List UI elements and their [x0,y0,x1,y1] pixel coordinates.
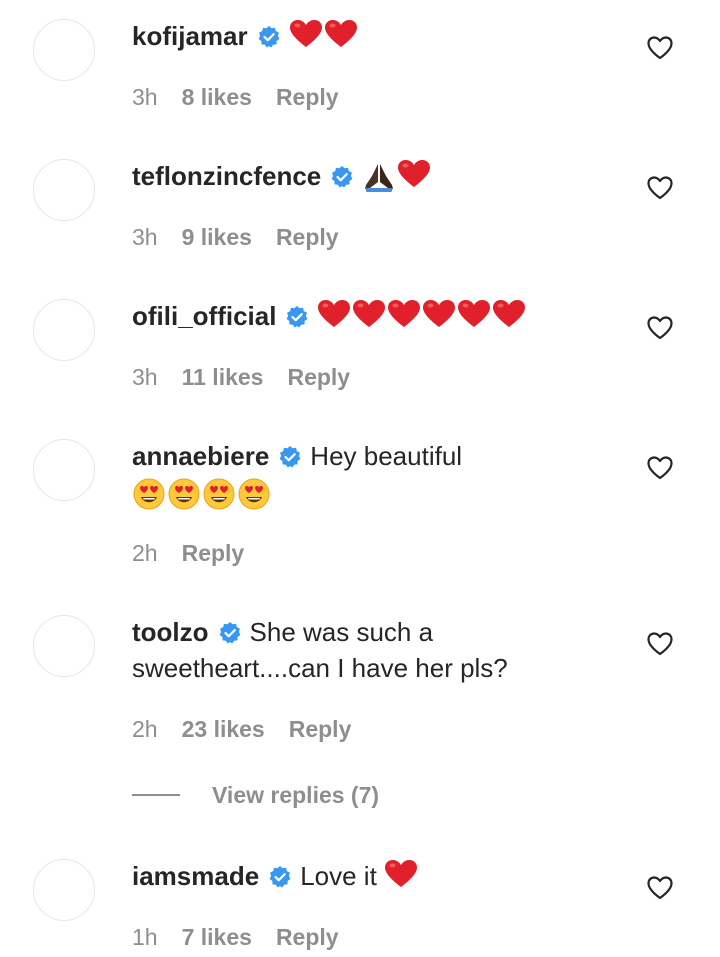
reply-button[interactable]: Reply [276,84,339,111]
red-heart-emoji-icon [352,299,386,329]
red-heart-emoji-icon [289,19,323,49]
heart-outline-icon[interactable] [647,316,673,340]
likes-count[interactable]: 9 likes [182,224,252,251]
red-heart-emoji-icon [422,299,456,329]
heart-eyes-emoji-icon [237,478,271,510]
comment-content: iamsmade Love it [132,858,602,898]
verified-badge-icon [257,25,281,49]
comment-time: 3h [132,84,158,110]
red-heart-emoji-icon [397,159,431,189]
verified-badge-icon [285,305,309,329]
red-heart-emoji-icon [324,19,358,49]
comment-time: 2h [132,540,158,566]
heart-eyes-emoji-icon [132,478,166,510]
verified-badge-icon [218,621,242,645]
heart-eyes-emoji-icon [167,478,201,510]
comment-text: kofijamar [132,18,602,58]
red-heart-emoji-icon [492,299,526,329]
comment-content: ofili_official [132,298,602,338]
comment-time: 3h [132,364,158,390]
verified-badge-icon [330,165,354,189]
comment-content: teflonzincfence [132,158,602,198]
reply-button[interactable]: Reply [287,364,350,391]
comment-item: ofili_official 3h 11 likes Reply [0,280,720,420]
folded-hands-emoji-icon [362,161,396,193]
comment-content: toolzo She was such a sweetheart....can I… [132,614,602,686]
red-heart-emoji-icon [457,299,491,329]
comment-meta: 1h 7 likes Reply [132,924,339,951]
avatar[interactable] [33,615,95,677]
verified-badge-icon [268,865,292,889]
comment-meta: 3h 8 likes Reply [132,84,339,111]
likes-count[interactable]: 8 likes [182,84,252,111]
comment-text: ofili_official [132,298,602,338]
avatar[interactable] [33,299,95,361]
divider-line [132,794,180,796]
emoji-group [362,159,432,198]
likes-count[interactable]: 7 likes [182,924,252,951]
heart-eyes-emoji-icon [202,478,236,510]
avatar[interactable] [33,439,95,501]
comment-content: kofijamar [132,18,602,58]
username[interactable]: teflonzincfence [132,161,321,191]
reply-button[interactable]: Reply [289,716,352,743]
username[interactable]: iamsmade [132,861,259,891]
reply-button[interactable]: Reply [276,224,339,251]
username[interactable]: annaebiere [132,441,269,471]
likes-count[interactable]: 23 likes [182,716,265,743]
comment-item: annaebiere Hey beautiful 2h Reply [0,420,720,596]
avatar[interactable] [33,859,95,921]
username[interactable]: kofijamar [132,21,248,51]
comment-meta: 3h 9 likes Reply [132,224,339,251]
view-replies-label[interactable]: View replies (7) [212,782,379,808]
comment-body: Hey beautiful [310,441,463,471]
emoji-group [317,299,527,338]
heart-outline-icon[interactable] [647,876,673,900]
comment-meta: 2h Reply [132,540,244,567]
comment-time: 1h [132,924,158,950]
comment-body: Love it [300,861,377,891]
emoji-group [132,478,272,514]
reply-button[interactable]: Reply [276,924,339,951]
comment-text: annaebiere Hey beautiful [132,438,602,514]
reply-button[interactable]: Reply [182,540,245,567]
verified-badge-icon [278,445,302,469]
comment-text: teflonzincfence [132,158,602,198]
likes-count[interactable]: 11 likes [182,364,264,391]
comment-meta: 2h 23 likes Reply [132,716,351,743]
username[interactable]: ofili_official [132,301,276,331]
comment-item: teflonzincfence 3h 9 likes Reply [0,140,720,280]
red-heart-emoji-icon [384,859,418,889]
comment-item: iamsmade Love it 1h 7 likes Reply [0,840,720,957]
comment-text: toolzo She was such a sweetheart....can I… [132,614,602,686]
comment-item: kofijamar 3h 8 likes Reply [0,0,720,140]
comment-content: annaebiere Hey beautiful [132,438,602,514]
red-heart-emoji-icon [387,299,421,329]
red-heart-emoji-icon [317,299,351,329]
comment-text: iamsmade Love it [132,858,602,898]
emoji-group [289,19,359,58]
username[interactable]: toolzo [132,617,209,647]
comment-time: 2h [132,716,158,742]
heart-outline-icon[interactable] [647,176,673,200]
comment-meta: 3h 11 likes Reply [132,364,350,391]
emoji-group [384,859,419,898]
avatar[interactable] [33,159,95,221]
heart-outline-icon[interactable] [647,456,673,480]
view-replies-button[interactable]: View replies (7) [132,782,379,809]
avatar[interactable] [33,19,95,81]
comment-time: 3h [132,224,158,250]
heart-outline-icon[interactable] [647,632,673,656]
heart-outline-icon[interactable] [647,36,673,60]
